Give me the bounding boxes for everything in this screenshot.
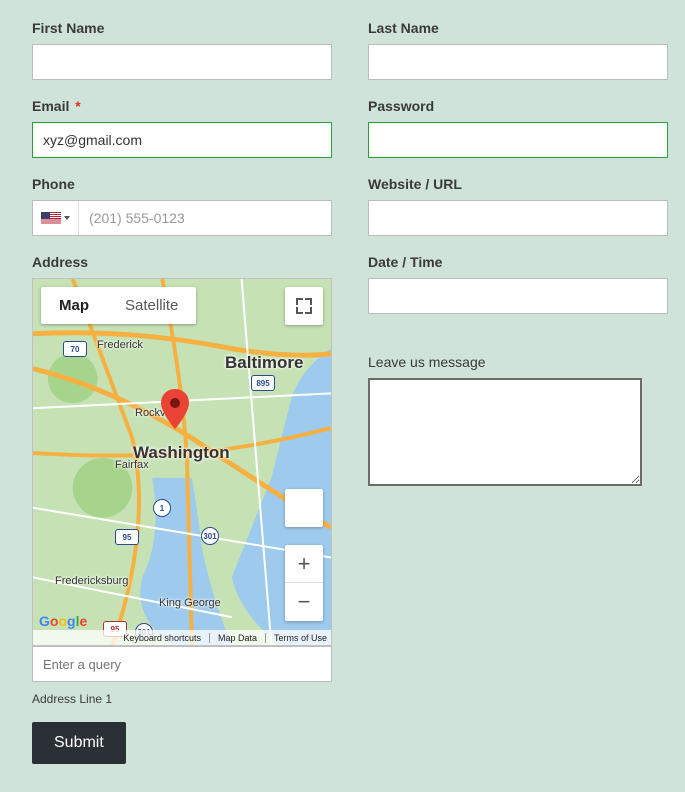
first-name-label: First Name — [32, 20, 332, 36]
required-star: * — [75, 98, 80, 114]
phone-input[interactable] — [79, 201, 331, 235]
message-textarea[interactable] — [368, 378, 642, 486]
map-data-link[interactable]: Map Data — [218, 633, 266, 643]
map-marker-icon[interactable] — [161, 389, 189, 429]
first-name-input[interactable] — [32, 44, 332, 80]
map-tab-map[interactable]: Map — [41, 287, 107, 324]
chevron-down-icon — [64, 216, 70, 220]
phone-country-select[interactable] — [33, 201, 79, 235]
map-tab-satellite[interactable]: Satellite — [107, 287, 196, 324]
map-zoom-out-button[interactable]: − — [285, 583, 323, 621]
phone-label: Phone — [32, 176, 332, 192]
last-name-input[interactable] — [368, 44, 668, 80]
datetime-input[interactable] — [368, 278, 668, 314]
email-label: Email * — [32, 98, 332, 114]
flag-us-icon — [41, 212, 61, 225]
datetime-label: Date / Time — [368, 254, 668, 270]
website-input[interactable] — [368, 200, 668, 236]
map-zoom-in-button[interactable]: + — [285, 545, 323, 583]
map-terms-link[interactable]: Terms of Use — [274, 633, 327, 643]
address-line1-label: Address Line 1 — [32, 692, 332, 706]
website-label: Website / URL — [368, 176, 668, 192]
email-input[interactable] — [32, 122, 332, 158]
map-pegman-button[interactable] — [285, 489, 323, 527]
message-label: Leave us message — [368, 354, 668, 370]
address-query-input[interactable] — [32, 646, 332, 682]
map-fullscreen-button[interactable] — [285, 287, 323, 325]
map-keyboard-shortcuts-link[interactable]: Keyboard shortcuts — [123, 633, 210, 643]
password-input[interactable] — [368, 122, 668, 158]
address-label: Address — [32, 254, 332, 270]
password-label: Password — [368, 98, 668, 114]
last-name-label: Last Name — [368, 20, 668, 36]
submit-button[interactable]: Submit — [32, 722, 126, 764]
fullscreen-icon — [296, 298, 312, 314]
google-logo: Google — [39, 613, 87, 629]
map-widget[interactable]: Frederick Baltimore Rockville Washington… — [32, 278, 332, 646]
